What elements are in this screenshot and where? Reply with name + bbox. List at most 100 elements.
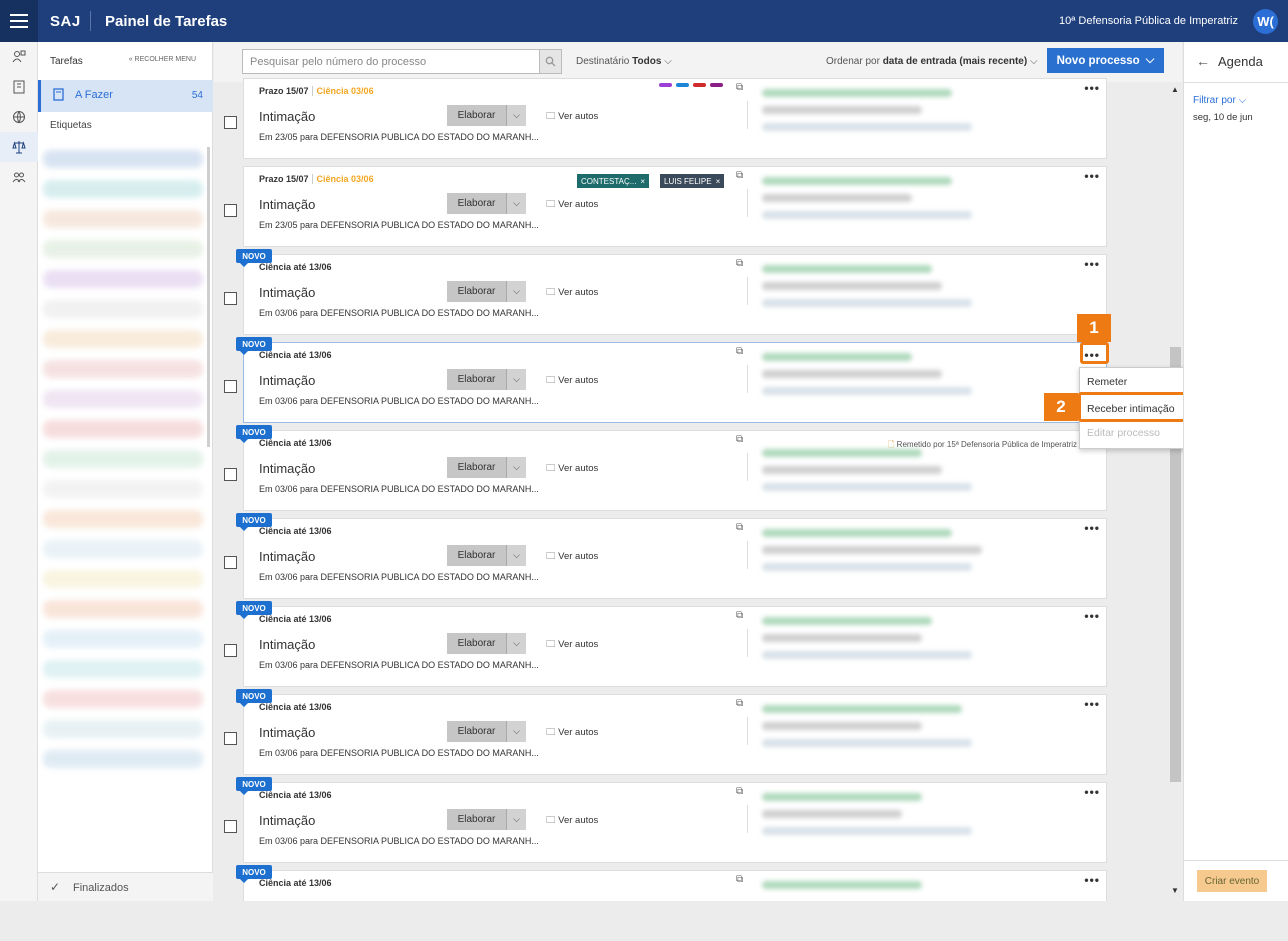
list-item[interactable] bbox=[43, 750, 203, 768]
ver-autos-link[interactable]: 🗀 Ver autos bbox=[546, 549, 598, 565]
task-checkbox[interactable] bbox=[224, 468, 237, 481]
task-card[interactable]: Ciência até 13/06 ⧉ Intimação Elaborar ⌵… bbox=[243, 254, 1107, 335]
close-icon[interactable]: × bbox=[716, 177, 721, 186]
scan-icon[interactable]: ⧉ bbox=[736, 170, 743, 181]
task-card[interactable]: Ciência até 13/06 ⧉ Intimação Elaborar ⌵… bbox=[243, 342, 1107, 423]
list-item[interactable] bbox=[43, 300, 203, 318]
scroll-up-icon[interactable]: ▲ bbox=[1171, 85, 1179, 94]
chevron-down-icon[interactable]: ⌵ bbox=[506, 457, 526, 478]
scan-icon[interactable]: ⧉ bbox=[736, 610, 743, 621]
task-card[interactable]: Prazo 15/07 Ciência 03/06 CONTESTAÇ... × L… bbox=[243, 166, 1107, 247]
user-tasks-icon[interactable] bbox=[0, 42, 38, 72]
scan-icon[interactable]: ⧉ bbox=[736, 346, 743, 357]
task-card[interactable]: Ciência até 13/06 ⧉ 🗋 Remetido por 15ª D… bbox=[243, 430, 1107, 511]
chevron-down-icon[interactable]: ⌵ bbox=[506, 369, 526, 390]
list-item[interactable] bbox=[43, 720, 203, 738]
task-card[interactable]: Ciência até 13/06 ⧉ Intimação Elaborar ⌵… bbox=[243, 606, 1107, 687]
more-options-icon[interactable]: ••• bbox=[1084, 785, 1100, 799]
search-input[interactable]: Pesquisar pelo número do processo bbox=[242, 49, 540, 74]
list-item[interactable] bbox=[43, 360, 203, 378]
more-options-icon[interactable]: ••• bbox=[1084, 609, 1100, 623]
elaborar-button[interactable]: Elaborar bbox=[447, 105, 506, 126]
elaborar-button[interactable]: Elaborar bbox=[447, 193, 506, 214]
list-item[interactable] bbox=[43, 480, 203, 498]
tag-chip[interactable]: LUIS FELIPE × bbox=[660, 174, 725, 188]
list-item[interactable] bbox=[43, 630, 203, 648]
task-card[interactable]: Ciência até 13/06 ⧉ Intimação Elaborar ⌵… bbox=[243, 694, 1107, 775]
hamburger-menu-icon[interactable] bbox=[0, 0, 38, 42]
chevron-down-icon[interactable]: ⌵ bbox=[506, 105, 526, 126]
list-item[interactable] bbox=[43, 570, 203, 588]
more-options-icon[interactable]: ••• bbox=[1084, 169, 1100, 183]
elaborar-button[interactable]: Elaborar bbox=[447, 545, 506, 566]
list-item[interactable] bbox=[43, 450, 203, 468]
list-item[interactable] bbox=[43, 540, 203, 558]
list-item[interactable] bbox=[43, 510, 203, 528]
scan-icon[interactable]: ⧉ bbox=[736, 258, 743, 269]
building-icon[interactable] bbox=[0, 72, 38, 102]
task-card[interactable]: Prazo 15/07 Ciência 03/06 ⧉ Intimação Ela… bbox=[243, 78, 1107, 159]
chevron-down-icon[interactable]: ⌵ bbox=[506, 721, 526, 742]
ver-autos-link[interactable]: 🗀 Ver autos bbox=[546, 461, 598, 477]
ver-autos-link[interactable]: 🗀 Ver autos bbox=[546, 373, 598, 389]
ver-autos-link[interactable]: 🗀 Ver autos bbox=[546, 813, 598, 829]
scan-icon[interactable]: ⧉ bbox=[736, 434, 743, 445]
main-scrollbar[interactable]: ▲ ▼ bbox=[1169, 82, 1182, 901]
scan-icon[interactable]: ⧉ bbox=[736, 522, 743, 533]
task-checkbox[interactable] bbox=[224, 820, 237, 833]
ver-autos-link[interactable]: 🗀 Ver autos bbox=[546, 109, 598, 125]
new-process-button[interactable]: Novo processo ⌵ bbox=[1047, 48, 1164, 73]
scan-icon[interactable]: ⧉ bbox=[736, 786, 743, 797]
task-checkbox[interactable] bbox=[224, 292, 237, 305]
more-options-icon[interactable]: ••• bbox=[1084, 697, 1100, 711]
chevron-down-icon[interactable]: ⌵ bbox=[506, 545, 526, 566]
more-options-icon[interactable]: ••• bbox=[1084, 873, 1100, 887]
sort-selector[interactable]: Ordenar por data de entrada (mais recent… bbox=[826, 56, 1038, 67]
task-checkbox[interactable] bbox=[224, 204, 237, 217]
scan-icon[interactable]: ⧉ bbox=[736, 82, 743, 93]
close-icon[interactable]: × bbox=[640, 177, 645, 186]
task-checkbox[interactable] bbox=[224, 380, 237, 393]
list-item[interactable] bbox=[43, 180, 203, 198]
ver-autos-link[interactable]: 🗀 Ver autos bbox=[546, 197, 598, 213]
list-item[interactable] bbox=[43, 150, 203, 168]
list-item[interactable] bbox=[43, 600, 203, 618]
sidebar-item-finalizados[interactable]: ✓ Finalizados bbox=[38, 872, 213, 901]
task-checkbox[interactable] bbox=[224, 116, 237, 129]
list-item[interactable] bbox=[43, 660, 203, 678]
more-options-icon[interactable]: ••• bbox=[1084, 81, 1100, 95]
ver-autos-link[interactable]: 🗀 Ver autos bbox=[546, 637, 598, 653]
filter-dropdown[interactable]: Filtrar por ⌵ bbox=[1193, 95, 1246, 106]
more-options-icon[interactable]: ••• bbox=[1084, 257, 1100, 271]
list-item[interactable] bbox=[43, 420, 203, 438]
globe-icon[interactable] bbox=[0, 102, 38, 132]
elaborar-button[interactable]: Elaborar bbox=[447, 721, 506, 742]
menu-item-remeter[interactable]: Remeter bbox=[1087, 376, 1127, 388]
ver-autos-link[interactable]: 🗀 Ver autos bbox=[546, 285, 598, 301]
menu-item-editar-processo[interactable]: Editar processo bbox=[1087, 427, 1160, 439]
scan-icon[interactable]: ⧉ bbox=[736, 698, 743, 709]
chevron-down-icon[interactable]: ⌵ bbox=[506, 809, 526, 830]
task-card[interactable]: Ciência até 13/06 ⧉ Intimação Elaborar ⌵… bbox=[243, 518, 1107, 599]
elaborar-button[interactable]: Elaborar bbox=[447, 457, 506, 478]
sidebar-scrollbar[interactable] bbox=[207, 147, 210, 447]
back-arrow-icon[interactable]: ← bbox=[1196, 53, 1210, 69]
avatar[interactable]: W( bbox=[1253, 9, 1278, 34]
list-item[interactable] bbox=[43, 240, 203, 258]
scales-icon[interactable] bbox=[0, 132, 38, 162]
list-item[interactable] bbox=[43, 390, 203, 408]
chevron-down-icon[interactable]: ⌵ bbox=[506, 281, 526, 302]
elaborar-button[interactable]: Elaborar bbox=[447, 369, 506, 390]
tag-chip[interactable]: CONTESTAÇ... × bbox=[577, 174, 650, 188]
task-checkbox[interactable] bbox=[224, 732, 237, 745]
task-card[interactable]: Ciência até 13/06 ⧉ Intimação Elaborar ⌵… bbox=[243, 782, 1107, 863]
scan-icon[interactable]: ⧉ bbox=[736, 874, 743, 885]
task-card[interactable]: Ciência até 13/06 ⧉ ••• bbox=[243, 870, 1107, 901]
more-options-icon[interactable]: ••• bbox=[1084, 521, 1100, 535]
collapse-menu-button[interactable]: « RECOLHER MENU bbox=[129, 56, 196, 63]
task-checkbox[interactable] bbox=[224, 644, 237, 657]
task-checkbox[interactable] bbox=[224, 556, 237, 569]
list-item[interactable] bbox=[43, 210, 203, 228]
list-item[interactable] bbox=[43, 690, 203, 708]
elaborar-button[interactable]: Elaborar bbox=[447, 633, 506, 654]
